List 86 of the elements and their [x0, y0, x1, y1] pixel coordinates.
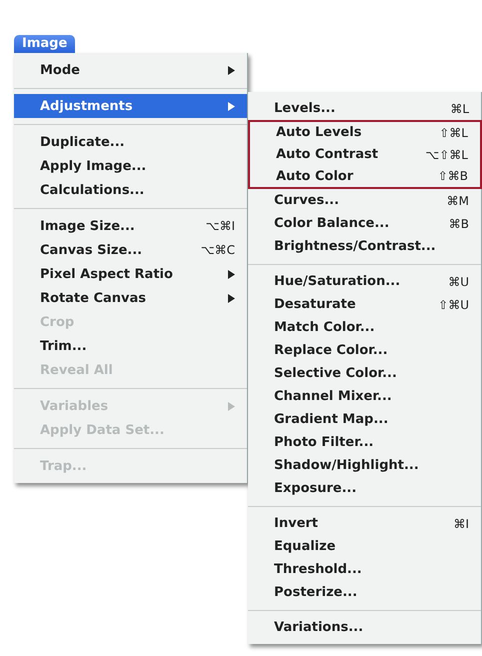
menu-item[interactable]: Trim...: [14, 334, 247, 358]
menu-item-label: Posterize...: [274, 585, 358, 600]
menu-item-label: Duplicate...: [40, 134, 126, 150]
menu-item[interactable]: Auto Levels ⇧⌘L: [250, 122, 480, 144]
menu-item[interactable]: Levels... ⌘L: [248, 97, 481, 120]
menu-item[interactable]: Pixel Aspect Ratio: [14, 262, 247, 286]
menu-item-label: Image Size...: [40, 218, 136, 234]
menu-item-label: Rotate Canvas: [40, 290, 148, 306]
menu-item[interactable]: Adjustments: [14, 94, 247, 118]
menu-item-label: Threshold...: [274, 562, 363, 578]
submenu-arrow-icon: [228, 270, 235, 278]
menu-item-label: Trim...: [40, 338, 88, 354]
shortcut-label: ⌥⇧⌘L: [425, 148, 468, 162]
menu-title[interactable]: Image: [14, 35, 76, 53]
menu-item[interactable]: Canvas Size... ⌥⌘C: [14, 238, 247, 262]
menu-item-label: Crop: [40, 314, 76, 330]
menu-item[interactable]: Channel Mixer...: [248, 385, 481, 408]
menu-item-label: Levels...: [274, 101, 336, 116]
menu-item-label: Hue/Saturation...: [274, 274, 402, 290]
menu-item-label: Gradient Map...: [274, 412, 390, 428]
shortcut-label: ⌘B: [448, 216, 469, 231]
menu-item-label: Calculations...: [40, 182, 146, 198]
menu-item-label: Photo Filter...: [274, 435, 375, 450]
submenu-arrow-icon: [228, 66, 235, 74]
menu-item-label: Equalize: [274, 539, 337, 554]
shortcut-label: ⌥⌘C: [200, 243, 235, 257]
menu-item[interactable]: Posterize...: [248, 581, 481, 604]
menu-item-label: Pixel Aspect Ratio: [40, 266, 174, 282]
menu-item[interactable]: Calculations...: [14, 178, 247, 202]
menu-item[interactable]: Threshold...: [248, 558, 481, 582]
menu-item[interactable]: Variations...: [248, 616, 481, 640]
shortcut-label: ⇧⌘B: [438, 169, 468, 184]
menu-item-label: Trap...: [40, 458, 88, 474]
submenu-arrow-icon: [228, 402, 235, 410]
menu-item[interactable]: Shadow/Highlight...: [248, 454, 481, 478]
menu-item-label: Apply Image...: [40, 158, 148, 174]
shortcut-label: ⌘U: [448, 274, 469, 289]
menu-item-label: Color Balance...: [274, 216, 390, 232]
menu-item-label: Invert: [274, 516, 320, 532]
menu-item-label: Auto Color: [276, 168, 354, 184]
menu-item[interactable]: Gradient Map...: [248, 408, 481, 432]
menu-item-label: Canvas Size...: [40, 242, 144, 258]
menu-item-label: Desaturate: [274, 297, 357, 312]
shortcut-label: ⌘I: [453, 516, 469, 531]
menu-item[interactable]: Apply Image...: [14, 154, 247, 178]
menu-item[interactable]: Auto Color ⇧⌘B: [250, 165, 480, 188]
menu-item[interactable]: Color Balance... ⌘B: [248, 212, 481, 236]
shortcut-label: ⇧⌘U: [438, 298, 469, 312]
menu-item-label: Exposure...: [274, 481, 358, 496]
menu-item-label: Match Color...: [274, 320, 376, 336]
shortcut-label: ⌥⌘I: [206, 219, 235, 233]
menu-item[interactable]: Brightness/Contrast...: [248, 235, 481, 258]
menu-item-label: Auto Levels: [276, 125, 363, 140]
menu-item[interactable]: Rotate Canvas: [14, 286, 247, 310]
menu-item[interactable]: Mode: [14, 58, 247, 82]
menu-item[interactable]: Image Size... ⌥⌘I: [14, 214, 247, 238]
menu-item-label: Channel Mixer...: [274, 389, 393, 404]
menu-item-label: Curves...: [274, 193, 340, 208]
menu-item[interactable]: Desaturate ⇧⌘U: [248, 293, 481, 316]
menu-item[interactable]: Selective Color...: [248, 362, 481, 386]
submenu-arrow-icon: [228, 294, 235, 302]
menu-item[interactable]: Curves... ⌘M: [248, 189, 481, 212]
menu-item-label: Mode: [40, 62, 81, 78]
shortcut-label: ⇧⌘L: [439, 126, 468, 140]
menu-item[interactable]: Match Color...: [248, 316, 481, 340]
menu-item-label: Replace Color...: [274, 343, 389, 358]
menu-item-label: Variables: [40, 398, 110, 414]
menu-item[interactable]: Invert ⌘I: [248, 512, 481, 536]
menu-item[interactable]: Exposure...: [248, 477, 481, 500]
shortcut-label: ⌘M: [446, 194, 469, 208]
menu-item-label: Apply Data Set...: [40, 422, 166, 438]
menu-item-label: Shadow/Highlight...: [274, 458, 420, 474]
menu-item[interactable]: Equalize: [248, 535, 481, 558]
menu-item[interactable]: Duplicate...: [14, 130, 247, 154]
menu-item-label: Adjustments: [40, 98, 134, 114]
menu-item[interactable]: Photo Filter...: [248, 431, 481, 454]
menu-item-label: Reveal All: [40, 362, 114, 378]
shortcut-label: ⌘L: [450, 102, 469, 116]
menu-item[interactable]: Auto Contrast ⌥⇧⌘L: [250, 144, 480, 166]
submenu-arrow-icon: [228, 102, 235, 110]
menu-item[interactable]: Replace Color...: [248, 339, 481, 362]
menu-item-label: Variations...: [274, 620, 364, 636]
menu-item-label: Auto Contrast: [276, 147, 380, 162]
menu-item-label: Brightness/Contrast...: [274, 239, 437, 254]
menu-item[interactable]: Hue/Saturation... ⌘U: [248, 270, 481, 294]
menu-item-label: Selective Color...: [274, 366, 398, 382]
